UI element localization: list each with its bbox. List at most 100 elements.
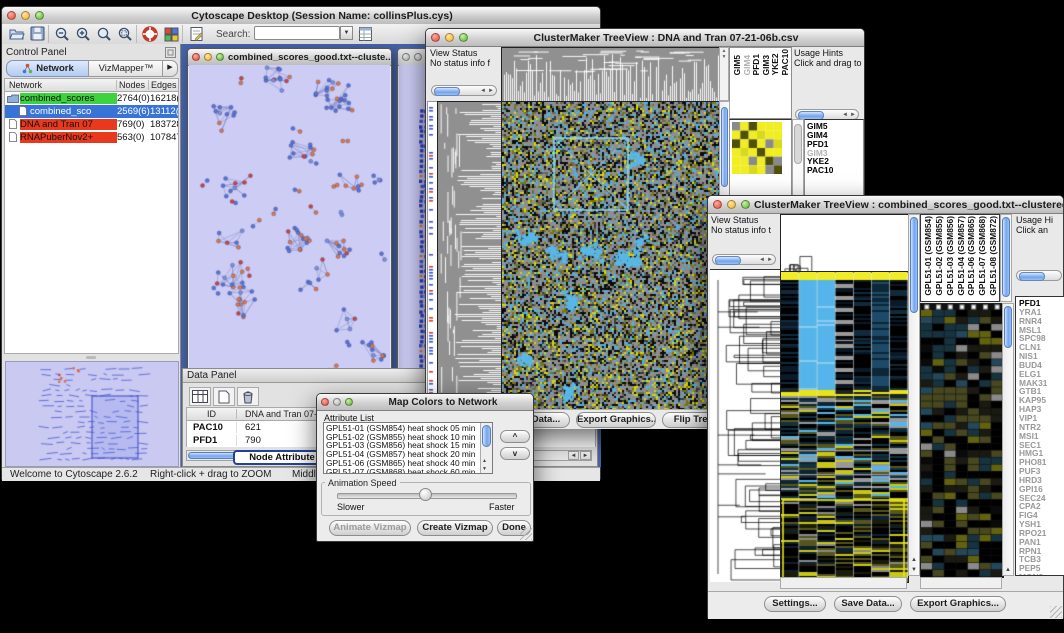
move-up-button[interactable]: ^ xyxy=(500,430,530,443)
zoom-selected-icon[interactable] xyxy=(115,25,136,43)
scroll-up-icon[interactable]: ▲ xyxy=(1005,567,1011,573)
attribute-item[interactable]: GPL51-07 (GSM868) heat shock 60 min xyxy=(324,468,492,474)
heatmap-canvas[interactable] xyxy=(501,101,720,411)
col-id[interactable]: ID xyxy=(187,409,237,419)
close-icon[interactable] xyxy=(402,53,410,61)
array-label[interactable]: GPL51-07 (GSM868) xyxy=(977,216,988,296)
view-status-scrollbar[interactable]: ◄► xyxy=(431,85,497,96)
array-label[interactable]: GPL51-03 (GSM856) xyxy=(945,216,956,296)
column-tree-scrollbar[interactable]: ▲▼ xyxy=(719,47,729,101)
scrollbar-thumb[interactable] xyxy=(721,107,728,187)
table-view-icon[interactable] xyxy=(189,387,211,406)
array-label[interactable]: GPL51-01 (GSM854) xyxy=(923,216,934,296)
zoom-out-icon[interactable] xyxy=(48,25,73,43)
new-attribute-icon[interactable] xyxy=(213,387,235,406)
scroll-down-icon[interactable]: ▼ xyxy=(482,466,487,472)
gene-list-scrollbar[interactable]: ▲ xyxy=(1002,303,1014,576)
delete-attribute-icon[interactable] xyxy=(237,387,259,406)
open-icon[interactable] xyxy=(6,25,27,43)
zoom-window-icon[interactable] xyxy=(345,398,353,406)
zoom-fit-icon[interactable] xyxy=(94,25,115,43)
network-row[interactable]: DNA and Tran 07769(0)183728(0) xyxy=(5,118,178,131)
array-labels-scrollbar[interactable] xyxy=(1000,214,1012,302)
move-down-button[interactable]: v xyxy=(500,447,530,460)
column-labels-panel[interactable]: GIM5GIM4PFD1GIM3YKE2PAC10 xyxy=(729,47,792,119)
zoom-in-icon[interactable] xyxy=(73,25,94,43)
panel-divider-handle[interactable] xyxy=(86,356,96,359)
scroll-down-icon[interactable]: ▼ xyxy=(911,567,917,573)
col-edges[interactable]: Edges xyxy=(149,80,178,90)
report-icon[interactable] xyxy=(358,26,373,42)
zoom-window-icon[interactable] xyxy=(216,53,224,61)
annotation-icon[interactable] xyxy=(182,25,207,43)
scrollbar-thumb[interactable] xyxy=(1002,217,1010,297)
usage-hints-scrollbar[interactable] xyxy=(1016,270,1062,281)
network-view-titlebar[interactable]: combined_scores_good.txt--cluste... xyxy=(188,49,391,66)
attribute-list-scrollbar[interactable]: ▲ ▼ xyxy=(480,423,492,473)
tab-overflow-button[interactable]: ▶ xyxy=(162,60,178,77)
network-row[interactable]: combined_scores2764(0)16218(0) xyxy=(5,92,178,105)
scrollbar-thumb[interactable] xyxy=(482,425,491,447)
dialog-titlebar[interactable]: Map Colors to Network xyxy=(317,394,533,411)
tab-vizmapper[interactable]: VizMapper™ xyxy=(88,60,164,77)
treeview1-titlebar[interactable]: ClusterMaker TreeView : DNA and Tran 07-… xyxy=(426,29,864,47)
gene-label[interactable]: MON2 xyxy=(1019,573,1064,576)
scroll-left-icon[interactable]: ◄ xyxy=(842,111,848,119)
search-input[interactable] xyxy=(254,26,340,40)
scrollbar-thumb[interactable] xyxy=(910,217,918,313)
array-label[interactable]: GPL51-02 (GSM855) xyxy=(934,216,945,296)
resize-grip[interactable] xyxy=(520,528,532,540)
close-icon[interactable] xyxy=(713,200,722,209)
scroll-right-icon[interactable]: ► xyxy=(488,87,494,95)
network-name[interactable]: combined_sco xyxy=(30,106,117,117)
col-nodes[interactable]: Nodes xyxy=(117,80,149,90)
slider-thumb[interactable] xyxy=(419,488,432,501)
float-panel-icon[interactable] xyxy=(165,47,176,58)
network-row[interactable]: combined_sco2569(6)13112(15) xyxy=(5,105,178,118)
create-vizmap-button[interactable]: Create Vizmap xyxy=(417,520,493,536)
scroll-right-icon[interactable]: ► xyxy=(850,111,856,119)
main-titlebar[interactable]: Cytoscape Desktop (Session Name: collins… xyxy=(2,7,600,25)
tab-network[interactable]: Network xyxy=(6,60,90,77)
attribute-list[interactable]: GPL51-01 (GSM854) heat shock 05 minGPL51… xyxy=(323,422,493,474)
heatmap-vscrollbar[interactable]: ▲ ▼ xyxy=(908,214,920,576)
gene-label[interactable]: PAC10 xyxy=(807,166,863,175)
network-row[interactable]: RNAPuberNov2+563(0)107847(0) xyxy=(5,131,178,144)
network-view-window[interactable]: combined_scores_good.txt--cluste... xyxy=(187,48,392,376)
scroll-up-icon[interactable]: ▲ xyxy=(911,557,917,563)
zoom-window-icon[interactable] xyxy=(459,33,468,42)
scroll-left-icon[interactable]: ◄ xyxy=(759,256,765,264)
help-icon[interactable] xyxy=(136,25,161,43)
minimize-icon[interactable] xyxy=(204,53,212,61)
zoom-heatmap-canvas[interactable] xyxy=(920,303,1004,578)
scroll-up-icon[interactable]: ▲ xyxy=(482,458,487,464)
minimize-icon[interactable] xyxy=(414,53,422,61)
array-label[interactable]: YKE2 xyxy=(770,49,780,75)
zoom-window-icon[interactable] xyxy=(35,11,44,20)
minimize-icon[interactable] xyxy=(333,398,341,406)
settings-button[interactable]: Settings... xyxy=(764,596,826,612)
vizmapper-icon[interactable] xyxy=(161,25,182,43)
network-name[interactable]: combined_scores xyxy=(20,93,117,104)
heatmap-hscrollbar[interactable] xyxy=(780,577,907,589)
gene-labels-panel[interactable]: PFD1YRA1RNR4MSL1SPC98CLN1NIS1BUD4ELG1MAK… xyxy=(1015,296,1064,576)
scroll-right-icon[interactable]: ► xyxy=(580,451,591,460)
search-dropdown-icon[interactable]: ▼ xyxy=(340,26,353,40)
save-icon[interactable] xyxy=(27,25,48,43)
network-name[interactable]: RNAPuberNov2+ xyxy=(20,132,117,143)
network-canvas[interactable] xyxy=(189,65,390,375)
array-label[interactable]: GPL51-08 (GSM872) xyxy=(988,216,999,296)
treeview2-titlebar[interactable]: ClusterMaker TreeView : combined_scores_… xyxy=(708,196,1063,214)
animate-vizmap-button[interactable]: Animate Vizmap xyxy=(329,520,411,536)
export-graphics-button[interactable]: Export Graphics... xyxy=(576,412,656,428)
array-label[interactable]: GIM4 xyxy=(742,49,752,75)
array-label[interactable]: GIM5 xyxy=(732,49,742,75)
network-name[interactable]: DNA and Tran 07 xyxy=(20,119,117,130)
resize-grip[interactable] xyxy=(1050,606,1062,618)
scrollbar-thumb[interactable] xyxy=(1004,306,1012,348)
network-overview-thumbnail[interactable] xyxy=(5,361,179,467)
scroll-right-icon[interactable]: ► xyxy=(767,256,773,264)
scroll-left-icon[interactable]: ◄ xyxy=(480,87,486,95)
zoom-window-icon[interactable] xyxy=(741,200,750,209)
row-dendrogram[interactable] xyxy=(710,269,780,582)
